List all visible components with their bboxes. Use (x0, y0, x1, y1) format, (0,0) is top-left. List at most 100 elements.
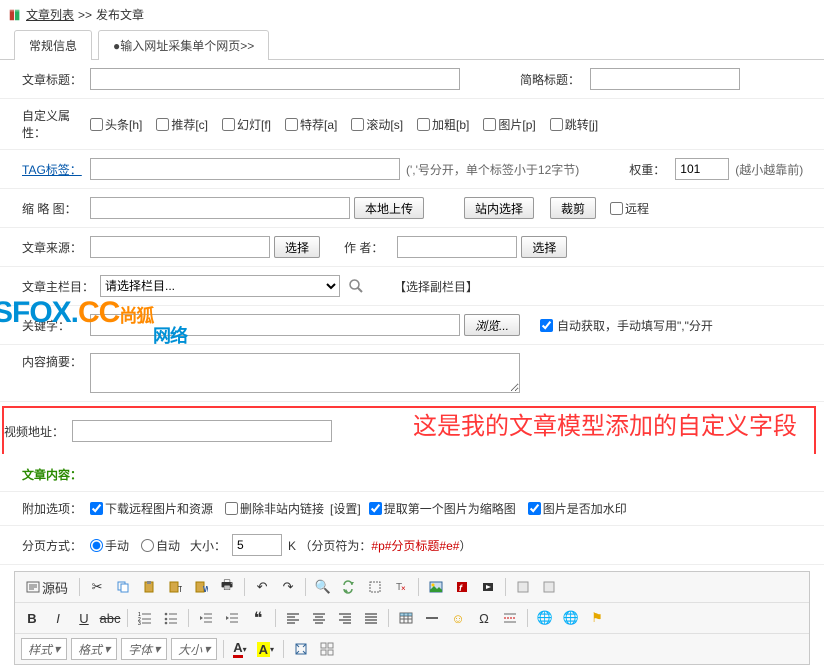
cb-autokw[interactable] (540, 319, 553, 332)
removefmt-icon[interactable]: T× (390, 576, 412, 598)
cb-attr[interactable] (550, 118, 563, 131)
combo-style[interactable]: 样式 ▾ (21, 638, 67, 660)
attr-加粗[b][interactable]: 加粗[b] (417, 116, 469, 133)
combo-format[interactable]: 格式 ▾ (71, 638, 117, 660)
attr-跳转[j][interactable]: 跳转[j] (550, 116, 598, 133)
cb-opt2[interactable] (225, 502, 238, 515)
input-page-size[interactable] (232, 534, 282, 556)
opt2[interactable]: 删除非站内链接 (225, 500, 324, 517)
showblocks-icon[interactable] (316, 638, 338, 660)
attr-滚动[s][interactable]: 滚动[s] (351, 116, 403, 133)
cb-attr[interactable] (156, 118, 169, 131)
replace-icon[interactable] (338, 576, 360, 598)
opt3[interactable]: 提取第一个图片为缩略图 (369, 500, 516, 517)
hr-icon[interactable] (421, 607, 443, 629)
maximize-icon[interactable] (290, 638, 312, 660)
btn-crop[interactable]: 裁剪 (550, 197, 596, 219)
btn-browse[interactable]: 浏览... (464, 314, 520, 336)
cb-attr[interactable] (90, 118, 103, 131)
radio-manual[interactable] (90, 539, 103, 552)
cb-opt1[interactable] (90, 502, 103, 515)
input-short-title[interactable] (590, 68, 740, 90)
bullist-icon[interactable] (160, 607, 182, 629)
cb-opt4[interactable] (528, 502, 541, 515)
btn-select-source[interactable]: 选择 (274, 236, 320, 258)
align-center-icon[interactable] (308, 607, 330, 629)
opt4[interactable]: 图片是否加水印 (528, 500, 627, 517)
radio-auto[interactable] (141, 539, 154, 552)
attr-图片[p][interactable]: 图片[p] (483, 116, 535, 133)
input-video-url[interactable] (72, 420, 332, 442)
flash-icon[interactable]: f (451, 576, 473, 598)
combo-font[interactable]: 字体 ▾ (121, 638, 167, 660)
addon2-icon[interactable] (538, 576, 560, 598)
input-weight[interactable] (675, 158, 729, 180)
outdent-icon[interactable] (195, 607, 217, 629)
attr-推荐[c][interactable]: 推荐[c] (156, 116, 208, 133)
bgcolor-icon[interactable]: A▾ (254, 638, 277, 660)
radio-manual-wrap[interactable]: 手动 (90, 537, 129, 554)
cb-attr[interactable] (222, 118, 235, 131)
link-icon[interactable]: 🌐 (534, 607, 556, 629)
selectall-icon[interactable] (364, 576, 386, 598)
media-icon[interactable] (477, 576, 499, 598)
btn-select-author[interactable]: 选择 (521, 236, 567, 258)
cb-attr[interactable] (351, 118, 364, 131)
print-icon[interactable]: 🖶 (216, 576, 238, 598)
cb-opt3[interactable] (369, 502, 382, 515)
paste-icon[interactable] (138, 576, 160, 598)
pagebreak-icon[interactable] (499, 607, 521, 629)
cb-remote[interactable] (610, 202, 623, 215)
input-tag[interactable] (90, 158, 400, 180)
input-source[interactable] (90, 236, 270, 258)
input-thumb[interactable] (90, 197, 350, 219)
input-title[interactable] (90, 68, 460, 90)
bold-icon[interactable]: B (21, 607, 43, 629)
image-icon[interactable] (425, 576, 447, 598)
cb-attr[interactable] (417, 118, 430, 131)
attr-特荐[a][interactable]: 特荐[a] (285, 116, 337, 133)
underline-icon[interactable]: U (73, 607, 95, 629)
strike-icon[interactable]: abc (99, 607, 121, 629)
paste-word-icon[interactable]: W (190, 576, 212, 598)
anchor-icon[interactable]: ⚑ (586, 607, 608, 629)
cut-icon[interactable]: ✂ (86, 576, 108, 598)
italic-icon[interactable]: I (47, 607, 69, 629)
search-icon[interactable] (348, 278, 364, 294)
numlist-icon[interactable]: 123 (134, 607, 156, 629)
align-justify-icon[interactable] (360, 607, 382, 629)
select-column[interactable]: 请选择栏目... (100, 275, 340, 297)
blockquote-icon[interactable]: ❝ (247, 607, 269, 629)
tab-collect[interactable]: ●输入网址采集单个网页>> (98, 30, 269, 60)
smiley-icon[interactable]: ☺ (447, 607, 469, 629)
indent-icon[interactable] (221, 607, 243, 629)
unlink-icon[interactable]: 🌐 (560, 607, 582, 629)
find-icon[interactable]: 🔍 (312, 576, 334, 598)
attr-头条[h][interactable]: 头条[h] (90, 116, 142, 133)
undo-icon[interactable]: ↶ (251, 576, 273, 598)
copy-icon[interactable] (112, 576, 134, 598)
align-right-icon[interactable] (334, 607, 356, 629)
cb-attr[interactable] (483, 118, 496, 131)
radio-auto-wrap[interactable]: 自动 (141, 537, 180, 554)
tab-general[interactable]: 常规信息 (14, 30, 92, 60)
opt-set-link[interactable]: [设置] (330, 500, 361, 517)
addon1-icon[interactable] (512, 576, 534, 598)
sub-column-link[interactable]: 【选择副栏目】 (394, 278, 478, 295)
combo-fontsize[interactable]: 大小 ▾ (171, 638, 217, 660)
btn-site-select[interactable]: 站内选择 (464, 197, 534, 219)
redo-icon[interactable]: ↷ (277, 576, 299, 598)
source-button[interactable]: 源码 (21, 576, 73, 598)
cb-attr[interactable] (285, 118, 298, 131)
specialchar-icon[interactable]: Ω (473, 607, 495, 629)
align-left-icon[interactable] (282, 607, 304, 629)
paste-text-icon[interactable]: T (164, 576, 186, 598)
opt1[interactable]: 下载远程图片和资源 (90, 500, 213, 517)
breadcrumb-list[interactable]: 文章列表 (26, 6, 74, 23)
textcolor-icon[interactable]: A▾ (230, 638, 249, 660)
cb-autokw-wrap[interactable]: 自动获取，手动填写用","分开 (540, 317, 713, 334)
btn-upload[interactable]: 本地上传 (354, 197, 424, 219)
label-tag[interactable]: TAG标签： (22, 161, 90, 178)
table-icon[interactable] (395, 607, 417, 629)
cb-remote-wrap[interactable]: 远程 (610, 200, 649, 217)
